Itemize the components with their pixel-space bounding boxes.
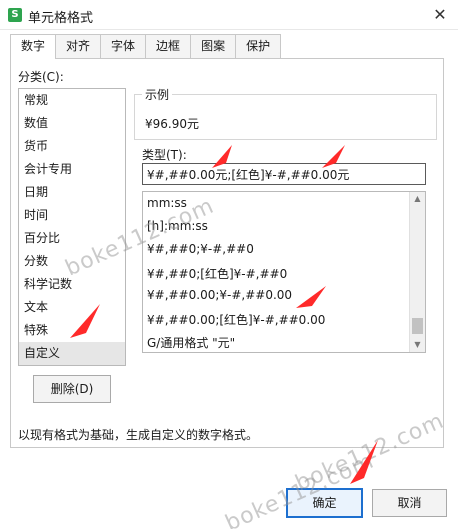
format-item[interactable]: ¥#,##0.00;[红色]¥-#,##0.00 <box>147 311 325 328</box>
tab-border[interactable]: 边框 <box>145 34 192 58</box>
triangle-down-icon[interactable]: ▼ <box>410 338 425 352</box>
type-label: 类型(T): <box>142 148 187 162</box>
close-button[interactable]: ✕ <box>430 5 450 25</box>
category-item[interactable]: 文本 <box>19 296 125 319</box>
category-item[interactable]: 百分比 <box>19 227 125 250</box>
format-item[interactable]: [h]:mm:ss <box>147 219 208 233</box>
category-item[interactable]: 科学记数 <box>19 273 125 296</box>
ok-button[interactable]: 确定 <box>286 488 363 518</box>
category-item[interactable]: 会计专用 <box>19 158 125 181</box>
tab-protection[interactable]: 保护 <box>235 34 282 58</box>
format-list[interactable]: mm:ss [h]:mm:ss ¥#,##0;¥-#,##0 ¥#,##0;[红… <box>142 191 426 353</box>
format-item[interactable]: ¥#,##0;¥-#,##0 <box>147 242 254 256</box>
triangle-up-icon[interactable]: ▲ <box>410 192 425 206</box>
category-item[interactable]: 数值 <box>19 112 125 135</box>
format-item[interactable]: G/通用格式 "元" <box>147 334 235 351</box>
delete-button[interactable]: 删除(D) <box>33 375 111 403</box>
close-icon: ✕ <box>433 5 447 24</box>
category-item-custom[interactable]: 自定义 <box>19 342 125 365</box>
tab-alignment[interactable]: 对齐 <box>55 34 102 58</box>
cancel-button[interactable]: 取消 <box>372 489 447 517</box>
format-list-scrollbar[interactable]: ▲ ▼ <box>409 192 425 352</box>
format-item[interactable]: mm:ss <box>147 196 187 210</box>
category-item[interactable]: 货币 <box>19 135 125 158</box>
category-item[interactable]: 日期 <box>19 181 125 204</box>
category-item[interactable]: 时间 <box>19 204 125 227</box>
app-icon: S <box>8 8 22 22</box>
sample-value: ¥96.90元 <box>145 117 199 131</box>
scrollbar-thumb[interactable] <box>412 318 423 334</box>
sample-label: 示例 <box>142 86 173 103</box>
format-item[interactable]: ¥#,##0;[红色]¥-#,##0 <box>147 265 287 282</box>
tab-pattern[interactable]: 图案 <box>190 34 237 58</box>
tab-bar: 数字 对齐 字体 边框 图案 保护 <box>10 34 282 59</box>
tab-font[interactable]: 字体 <box>100 34 147 58</box>
category-item[interactable]: 常规 <box>19 89 125 112</box>
type-input[interactable] <box>142 163 426 185</box>
dialog-title: 单元格格式 <box>28 11 94 26</box>
category-item[interactable]: 分数 <box>19 250 125 273</box>
category-label: 分类(C): <box>18 70 64 84</box>
category-item[interactable]: 特殊 <box>19 319 125 342</box>
category-list[interactable]: 常规 数值 货币 会计专用 日期 时间 百分比 分数 科学记数 文本 特殊 自定… <box>18 88 126 366</box>
format-item[interactable]: ¥#,##0.00;¥-#,##0.00 <box>147 288 292 302</box>
tab-number[interactable]: 数字 <box>10 34 57 59</box>
description-text: 以现有格式为基础，生成自定义的数字格式。 <box>18 428 259 442</box>
title-bar: S 单元格格式 ✕ <box>0 0 458 30</box>
